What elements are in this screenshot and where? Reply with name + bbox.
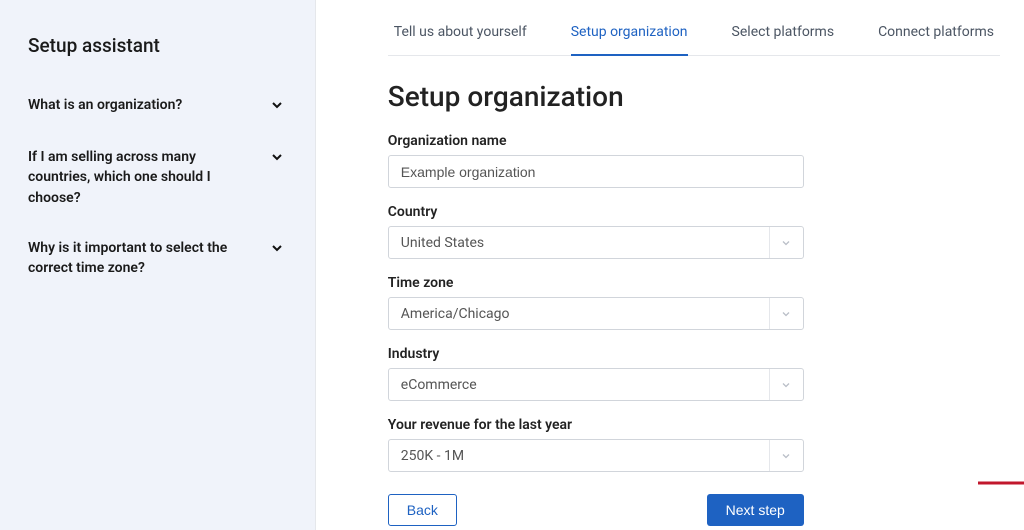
faq-item-countries[interactable]: If I am selling across many countries, w… (28, 137, 285, 228)
country-value: United States (389, 235, 496, 251)
faq-question: What is an organization? (28, 95, 182, 115)
faq-item-organization[interactable]: What is an organization? (28, 85, 285, 137)
faq-question: Why is it important to select the correc… (28, 238, 259, 279)
page-title: Setup organization (388, 80, 1000, 113)
tab-select-platforms[interactable]: Select platforms (732, 18, 835, 55)
timezone-value: America/Chicago (389, 306, 522, 322)
setup-assistant-sidebar: Setup assistant What is an organization?… (0, 0, 316, 530)
timezone-select[interactable]: America/Chicago (388, 297, 804, 330)
country-select[interactable]: United States (388, 226, 804, 259)
chevron-down-icon (269, 97, 285, 117)
next-step-button[interactable]: Next step (707, 494, 804, 526)
chevron-down-icon (769, 369, 803, 400)
tab-setup-organization[interactable]: Setup organization (571, 18, 688, 56)
org-name-label: Organization name (388, 133, 1000, 149)
timezone-label: Time zone (388, 275, 1000, 291)
chevron-down-icon (269, 149, 285, 169)
tab-tell-us[interactable]: Tell us about yourself (394, 18, 527, 55)
wizard-tabs: Tell us about yourself Setup organizatio… (388, 18, 1000, 56)
faq-item-timezone[interactable]: Why is it important to select the correc… (28, 228, 285, 299)
chevron-down-icon (269, 240, 285, 260)
chevron-down-icon (769, 440, 803, 471)
industry-select[interactable]: eCommerce (388, 368, 804, 401)
chevron-down-icon (769, 298, 803, 329)
main-content: Tell us about yourself Setup organizatio… (316, 0, 1024, 530)
industry-value: eCommerce (389, 377, 489, 393)
tab-connect-platforms[interactable]: Connect platforms (878, 18, 994, 55)
faq-question: If I am selling across many countries, w… (28, 147, 259, 208)
chevron-down-icon (769, 227, 803, 258)
back-button[interactable]: Back (388, 494, 457, 526)
country-label: Country (388, 204, 1000, 220)
industry-label: Industry (388, 346, 1000, 362)
revenue-value: 250K - 1M (389, 448, 476, 464)
annotation-arrow-icon (976, 472, 1024, 494)
org-name-input[interactable] (388, 155, 804, 188)
revenue-select[interactable]: 250K - 1M (388, 439, 804, 472)
revenue-label: Your revenue for the last year (388, 417, 1000, 433)
sidebar-title: Setup assistant (28, 34, 285, 57)
